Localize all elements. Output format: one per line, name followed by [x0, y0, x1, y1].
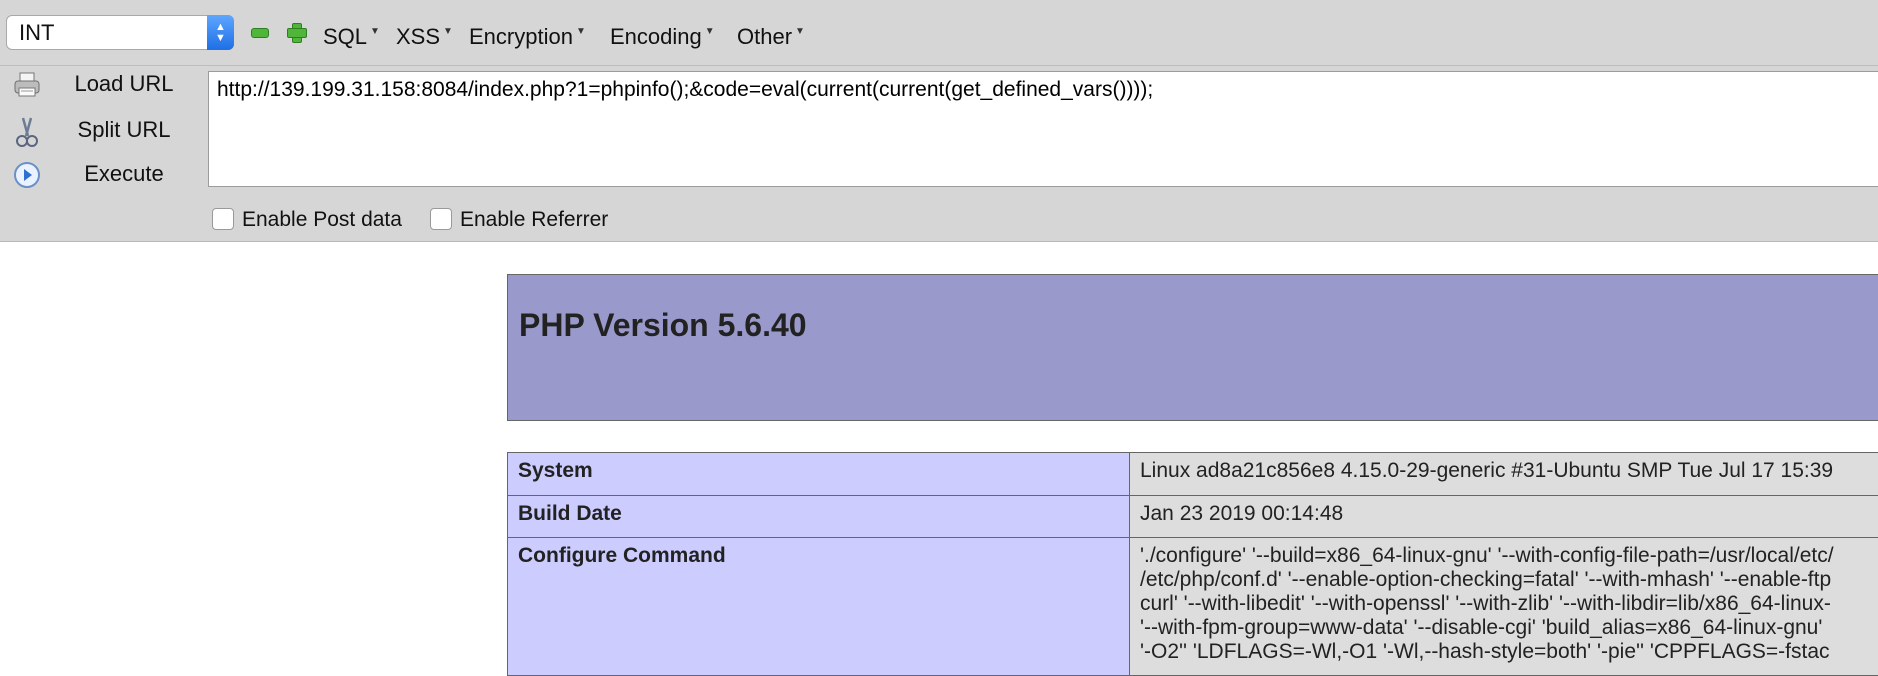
menu-encryption[interactable]: Encryption ▼: [469, 18, 586, 51]
table-row: Configure Command './configure' '--build…: [507, 537, 1878, 676]
caret-down-icon: ▼: [795, 26, 805, 37]
table-row: System Linux ad8a21c856e8 4.15.0-29-gene…: [507, 452, 1878, 496]
split-url-button[interactable]: Split URL: [8, 112, 198, 148]
execute-label: Execute: [84, 161, 164, 186]
row-key: Build Date: [507, 495, 1130, 538]
load-url-button[interactable]: Load URL: [8, 66, 198, 102]
row-value: Linux ad8a21c856e8 4.15.0-29-generic #31…: [1129, 452, 1878, 496]
play-icon: [12, 160, 42, 190]
enable-post-checkbox[interactable]: Enable Post data: [212, 208, 402, 232]
caret-down-icon: ▼: [575, 26, 586, 37]
php-version-title: PHP Version 5.6.40: [519, 307, 807, 343]
configure-line: './configure' '--build=x86_64-linux-gnu'…: [1140, 544, 1834, 567]
row-value: Jan 23 2019 00:14:48: [1129, 495, 1878, 538]
table-row: Build Date Jan 23 2019 00:14:48: [507, 495, 1878, 538]
configure-line: /etc/php/conf.d' '--enable-option-checki…: [1140, 568, 1832, 591]
configure-line: '-O2'' 'LDFLAGS=-Wl,-O1 '-Wl,--hash-styl…: [1140, 640, 1830, 663]
menu-other[interactable]: Other ▼: [737, 18, 805, 51]
row-value: './configure' '--build=x86_64-linux-gnu'…: [1129, 537, 1878, 676]
hackbar-toolbar: INT ▲ ▼ SQL ▼ XSS ▼ Encryption ▼ Encoding ▼ O…: [0, 0, 1878, 242]
select-updown-icon: ▲ ▼: [207, 15, 234, 50]
php-version-header: PHP Version 5.6.40: [507, 274, 1878, 421]
type-select-value: INT: [19, 20, 55, 45]
scissors-icon: [12, 116, 42, 147]
menu-encoding[interactable]: Encoding ▼: [610, 18, 715, 51]
enable-post-label: Enable Post data: [242, 208, 402, 231]
php-info-table: System Linux ad8a21c856e8 4.15.0-29-gene…: [507, 452, 1878, 676]
hackbar-top-row: INT ▲ ▼ SQL ▼ XSS ▼ Encryption ▼ Encoding ▼ O…: [0, 0, 1878, 66]
configure-line: '--with-fpm-group=www-data' '--disable-c…: [1140, 616, 1823, 639]
url-text: http://139.199.31.158:8084/index.php?1=p…: [217, 78, 1154, 101]
load-url-label: Load URL: [74, 71, 174, 96]
enable-referrer-checkbox[interactable]: Enable Referrer: [430, 208, 608, 232]
type-select[interactable]: INT ▲ ▼: [6, 15, 234, 50]
checkbox-box[interactable]: [430, 208, 452, 230]
caret-down-icon: ▼: [370, 26, 380, 37]
checkbox-box[interactable]: [212, 208, 234, 230]
split-url-label: Split URL: [77, 117, 171, 142]
enable-referrer-label: Enable Referrer: [460, 208, 609, 231]
row-key: Configure Command: [507, 537, 1130, 676]
caret-down-icon: ▼: [443, 26, 453, 37]
row-key: System: [507, 452, 1130, 496]
plus-icon[interactable]: [286, 22, 307, 43]
url-textarea[interactable]: http://139.199.31.158:8084/index.php?1=p…: [208, 71, 1878, 187]
minus-icon[interactable]: [249, 22, 269, 42]
menu-xss[interactable]: XSS ▼: [396, 18, 453, 51]
execute-button[interactable]: Execute: [8, 156, 198, 192]
caret-down-icon: ▼: [704, 26, 715, 37]
configure-line: curl' '--with-libedit' '--with-openssl' …: [1140, 592, 1831, 615]
printer-icon: [12, 70, 42, 100]
menu-sql[interactable]: SQL ▼: [323, 18, 380, 51]
